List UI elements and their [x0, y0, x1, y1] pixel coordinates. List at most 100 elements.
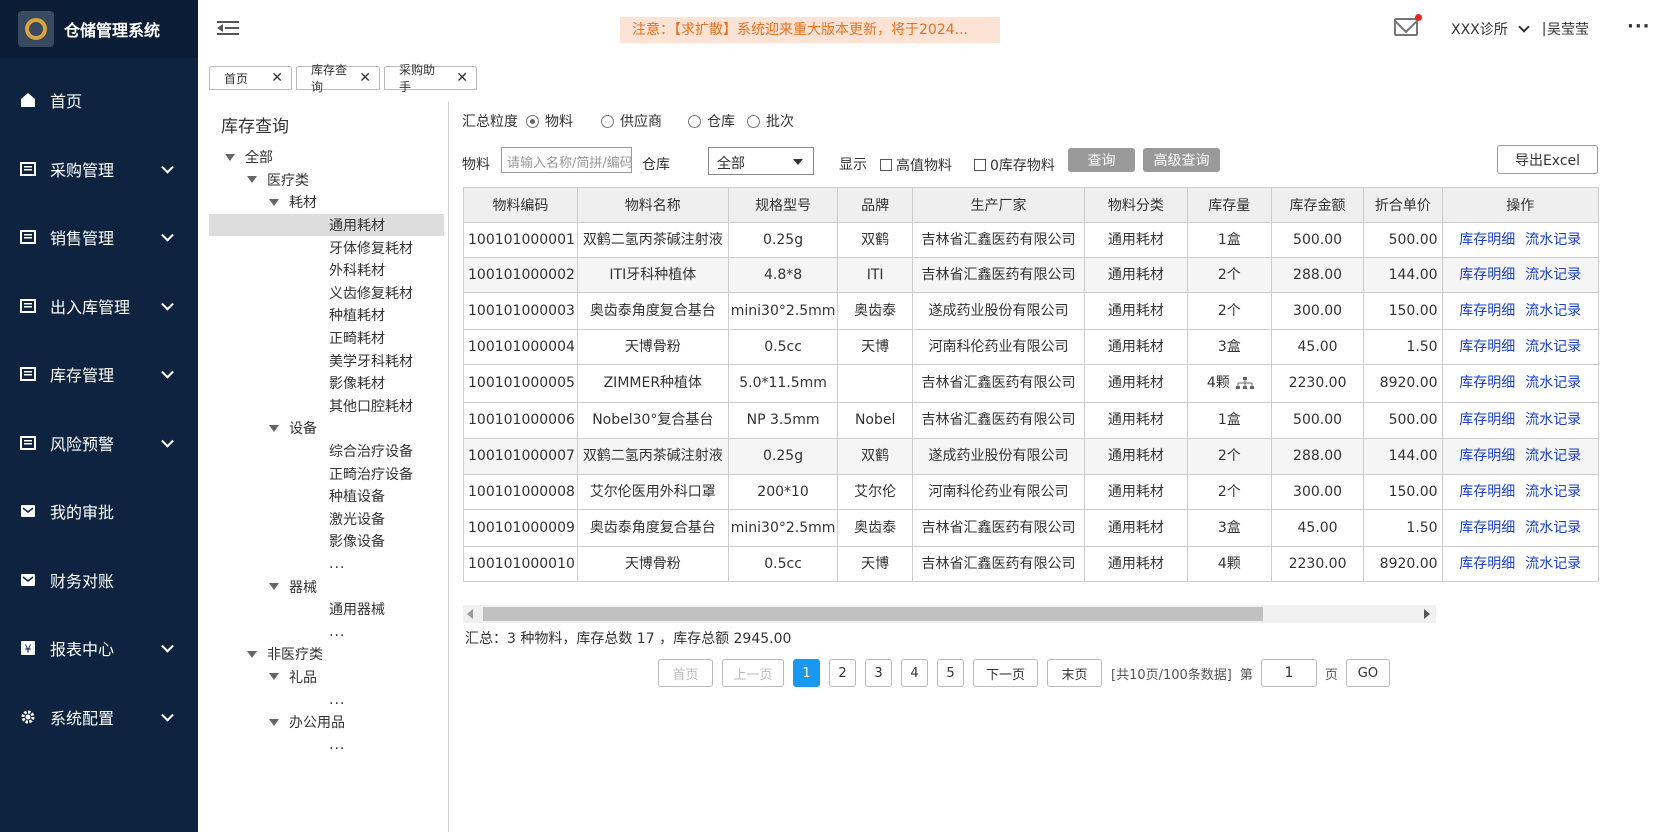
table-row[interactable]: 100101000003 奥齿泰角度复合基台 mini30°2.5mm 奥齿泰 遂成药业… [463, 292, 1599, 330]
page-button-5[interactable]: 5 [937, 659, 964, 687]
page-button-1[interactable]: 1 [793, 659, 820, 687]
flow-record-link[interactable]: 流水记录 [1525, 303, 1581, 319]
table-row[interactable]: 100101000007 双鹤二氢丙茶碱注射液 0.25g 双鹤 遂成药业股份有限公司 通… [463, 438, 1599, 475]
inventory-detail-link[interactable]: 库存明细 [1459, 267, 1515, 283]
caret-down-icon[interactable] [269, 673, 279, 681]
zero-stock-checkbox[interactable]: 0库存物料 [974, 155, 1055, 175]
radio-material[interactable]: 物料 [526, 111, 573, 131]
tree-node[interactable]: 办公用品 [209, 711, 444, 734]
warehouse-select[interactable]: 全部 [708, 147, 814, 175]
sidebar-item-6[interactable]: 我的审批 [0, 477, 198, 546]
scrollbar-thumb[interactable] [483, 607, 1263, 621]
first-page-button[interactable]: 首页 [658, 659, 713, 687]
tree-node[interactable]: ... [209, 688, 444, 711]
flow-record-link[interactable]: 流水记录 [1525, 520, 1581, 536]
tree-node[interactable]: 通用耗材 [209, 213, 444, 237]
next-page-button[interactable]: 下一页 [973, 659, 1038, 687]
tree-node[interactable]: 耗材 [209, 191, 444, 214]
tree-node[interactable]: 通用器械 [209, 598, 444, 621]
tree-node[interactable]: 影像设备 [209, 530, 444, 553]
tree-node[interactable]: 种植设备 [209, 485, 444, 508]
table-row[interactable]: 100101000010 天博骨粉 0.5cc 天博 吉林省汇鑫医药有限公司 通用耗材 4颗… [463, 546, 1599, 582]
sidebar-item-8[interactable]: ¥ 报表中心 [0, 614, 198, 683]
more-icon[interactable]: ··· [1627, 16, 1651, 37]
horizontal-scrollbar[interactable] [463, 605, 1436, 623]
caret-down-icon[interactable] [269, 198, 279, 206]
prev-page-button[interactable]: 上一页 [722, 659, 784, 687]
sidebar-item-2[interactable]: 销售管理 [0, 203, 198, 272]
close-icon[interactable]: ✕ [271, 70, 283, 86]
tree-node[interactable]: 礼品 [209, 666, 444, 689]
table-row[interactable]: 100101000009 奥齿泰角度复合基台 mini30°2.5mm 奥齿泰 吉林省汇… [463, 509, 1599, 547]
sidebar-item-5[interactable]: 风险预警 [0, 409, 198, 478]
caret-down-icon[interactable] [247, 176, 257, 184]
inventory-detail-link[interactable]: 库存明细 [1459, 339, 1515, 355]
flow-record-link[interactable]: 流水记录 [1525, 232, 1581, 248]
table-row[interactable]: 100101000005 ZIMMER种植体 5.0*11.5mm 吉林省汇鑫医药有限… [463, 364, 1599, 403]
tree-node[interactable]: 种植耗材 [209, 304, 444, 327]
tree-node[interactable]: ... [209, 620, 444, 643]
sidebar-item-3[interactable]: 出入库管理 [0, 272, 198, 341]
sidebar-item-7[interactable]: 财务对账 [0, 546, 198, 615]
table-row[interactable]: 100101000001 双鹤二氢丙茶碱注射液 0.25g 双鹤 吉林省汇鑫医药有限公司… [463, 222, 1599, 258]
tree-node[interactable]: 医疗类 [209, 169, 444, 192]
radio-supplier[interactable]: 供应商 [601, 111, 662, 131]
radio-batch[interactable]: 批次 [747, 111, 794, 131]
scroll-right-icon[interactable] [1424, 609, 1430, 619]
material-search-input[interactable]: 请输入名称/简拼/编码 [501, 147, 632, 173]
scroll-left-icon[interactable] [467, 609, 473, 619]
flow-record-link[interactable]: 流水记录 [1525, 375, 1581, 391]
advanced-query-button[interactable]: 高级查询 [1143, 148, 1220, 172]
close-icon[interactable]: ✕ [456, 70, 468, 86]
tree-node[interactable]: 器械 [209, 575, 444, 598]
inventory-detail-link[interactable]: 库存明细 [1459, 520, 1515, 536]
tab-purchase-assistant[interactable]: 采购助手 ✕ [384, 63, 477, 94]
radio-warehouse[interactable]: 仓库 [688, 111, 735, 131]
tree-node[interactable]: 设备 [209, 417, 444, 440]
tree-node[interactable]: ... [209, 553, 444, 576]
batch-tree-icon[interactable] [1235, 377, 1254, 389]
tree-node[interactable]: ... [209, 733, 444, 756]
page-button-3[interactable]: 3 [865, 659, 892, 687]
table-row[interactable]: 100101000002 ITI牙科种植体 4.8*8 ITI 吉林省汇鑫医药有限公司 通… [463, 257, 1599, 293]
go-button[interactable]: GO [1345, 659, 1390, 687]
inventory-detail-link[interactable]: 库存明细 [1459, 484, 1515, 500]
tab-inventory-query[interactable]: 库存查询 ✕ [296, 63, 380, 94]
menu-toggle-icon[interactable] [217, 19, 239, 37]
clinic-selector[interactable]: XXX诊所 | [1451, 19, 1547, 39]
flow-record-link[interactable]: 流水记录 [1525, 412, 1581, 428]
flow-record-link[interactable]: 流水记录 [1525, 484, 1581, 500]
caret-down-icon[interactable] [225, 153, 235, 161]
high-value-checkbox[interactable]: 高值物料 [880, 155, 952, 175]
sidebar-item-4[interactable]: 库存管理 [0, 340, 198, 409]
caret-down-icon[interactable] [269, 424, 279, 432]
tree-node[interactable]: 正畸耗材 [209, 327, 444, 350]
flow-record-link[interactable]: 流水记录 [1525, 556, 1581, 572]
notice-banner[interactable]: 注意：【求扩散】系统迎来重大版本更新，将于2024... [620, 17, 1000, 43]
tree-node[interactable]: 外科耗材 [209, 259, 444, 282]
tab-home[interactable]: 首页 ✕ [209, 66, 292, 90]
inventory-detail-link[interactable]: 库存明细 [1459, 448, 1515, 464]
tree-node[interactable]: 美学牙科耗材 [209, 349, 444, 372]
inventory-detail-link[interactable]: 库存明细 [1459, 303, 1515, 319]
user-name[interactable]: 吴莹莹 [1547, 19, 1589, 39]
sidebar-item-1[interactable]: 采购管理 [0, 135, 198, 204]
table-row[interactable]: 100101000004 天博骨粉 0.5cc 天博 河南科伦药业有限公司 通用耗材 3盒 4… [463, 329, 1599, 365]
tree-node[interactable]: 影像耗材 [209, 372, 444, 395]
tree-node[interactable]: 牙体修复耗材 [209, 236, 444, 259]
tree-node[interactable]: 正畸治疗设备 [209, 462, 444, 485]
tree-node[interactable]: 义齿修复耗材 [209, 282, 444, 305]
inventory-detail-link[interactable]: 库存明细 [1459, 556, 1515, 572]
query-button[interactable]: 查询 [1068, 148, 1135, 172]
caret-down-icon[interactable] [269, 718, 279, 726]
close-icon[interactable]: ✕ [359, 70, 371, 86]
inventory-detail-link[interactable]: 库存明细 [1459, 375, 1515, 391]
caret-down-icon[interactable] [247, 650, 257, 658]
export-excel-button[interactable]: 导出Excel [1497, 145, 1598, 174]
mail-icon[interactable] [1394, 14, 1422, 36]
inventory-detail-link[interactable]: 库存明细 [1459, 412, 1515, 428]
table-row[interactable]: 100101000008 艾尔伦医用外科口罩 200*10 艾尔伦 河南科伦药业有限公司… [463, 474, 1599, 510]
flow-record-link[interactable]: 流水记录 [1525, 267, 1581, 283]
flow-record-link[interactable]: 流水记录 [1525, 448, 1581, 464]
table-row[interactable]: 100101000006 Nobel30°复合基台 NP 3.5mm Nobel 吉林省… [463, 402, 1599, 439]
